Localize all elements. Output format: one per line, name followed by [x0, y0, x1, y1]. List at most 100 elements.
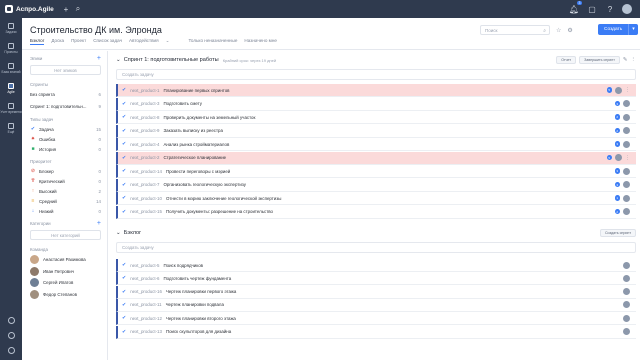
task-row[interactable]: ✔ next_product-7 Организовать геологическу… [116, 178, 636, 192]
chevron-down-icon[interactable]: ▾ [628, 24, 638, 35]
sprint-report-button[interactable]: Отчет [556, 56, 577, 64]
edit-icon[interactable]: ✎ [623, 57, 628, 63]
task-row[interactable]: ✔ next_product-11 Чертеж планировки подвал… [116, 298, 636, 312]
task-row[interactable]: ✔ next_product-6 Подготовить чертеж фундам… [116, 272, 636, 286]
task-row[interactable]: ✔ next_product-1 Планирование первых сприн… [116, 84, 636, 97]
rail-item-projects[interactable]: Проекты [0, 38, 22, 58]
task-row[interactable]: ✔ next_product-10 Отнести в мэрию заключен… [116, 192, 636, 205]
rail-item-agile[interactable]: Agile [0, 78, 22, 98]
filter-unassigned[interactable]: Только неназначенные [188, 38, 237, 45]
team-member[interactable]: Анастасия Рахимова [30, 254, 101, 266]
task-key[interactable]: next_product-7 [130, 182, 159, 187]
bell-icon[interactable]: 🔔︎ 3 [568, 1, 582, 15]
task-row[interactable]: ✔ next_product-5 Поиск подрядчиков [116, 259, 636, 272]
assignee-avatar[interactable] [623, 301, 630, 309]
more-vertical-icon[interactable]: ⋮ [631, 57, 637, 63]
add-icon[interactable]: + [60, 3, 72, 15]
settings-gear-icon[interactable]: ⚙ [567, 27, 572, 34]
create-task-input[interactable]: Создать задачу [116, 69, 636, 80]
tab-board[interactable]: Доска [51, 38, 64, 45]
task-key[interactable]: next_product-3 [130, 101, 159, 106]
search-icon[interactable]: ⌕ [72, 3, 84, 15]
assignee-avatar[interactable] [623, 288, 630, 296]
task-row[interactable]: ✔ next_product-16 Чертеж планировки первог… [116, 285, 636, 299]
tabs-more-icon[interactable]: ⌄ [166, 38, 170, 45]
rail-item-tasks[interactable]: Задачи [0, 18, 22, 38]
task-key[interactable]: next_product-14 [130, 169, 162, 174]
task-row[interactable]: ✔ next_product-15 Получить документы: разр… [116, 205, 636, 219]
rail-item-more[interactable]: Ещё [0, 118, 22, 138]
task-row[interactable]: ✔ next_product-4 Анализ рынка стройматериа… [116, 138, 636, 151]
assignee-avatar[interactable] [615, 154, 622, 161]
task-row[interactable]: ✔ next_product-8 Проверить документы на зе… [116, 111, 636, 124]
help-icon[interactable]: ? [604, 3, 616, 15]
assignee-avatar[interactable] [623, 194, 630, 202]
task-key[interactable]: next_product-15 [130, 209, 162, 214]
task-key[interactable]: next_product-16 [130, 289, 162, 294]
tab-backlog[interactable]: Бэклог [30, 38, 45, 45]
task-key[interactable]: next_product-5 [130, 263, 159, 268]
team-member[interactable]: Сергей Ипатов [30, 277, 101, 289]
task-row[interactable]: ✔ next_product-3 Подготовить смету 3 [116, 97, 636, 111]
sidebar-item-type[interactable]: ■ История 0 [30, 144, 101, 154]
assignee-avatar[interactable] [623, 328, 630, 335]
sidebar-item-priority[interactable]: ↓ Низкий 0 [30, 206, 101, 216]
collapse-icon[interactable]: ⌄ [116, 57, 121, 63]
sidebar-item-priority[interactable]: ⇈ Критический 0 [30, 176, 101, 186]
collapse-icon[interactable]: ⌄ [116, 230, 121, 236]
search-input[interactable]: Поиск ⌕ [480, 25, 550, 35]
sidebar-item-priority[interactable]: ↑ Высокий 2 [30, 186, 101, 196]
star-icon[interactable]: ☆ [556, 27, 561, 34]
rail-item-timetrack[interactable]: Учет времени [0, 98, 22, 118]
more-vertical-icon[interactable]: ⋮ [625, 87, 630, 93]
categories-empty[interactable]: Нет категорий [30, 230, 101, 240]
sidebar-item-type[interactable]: ✷ Ошибка 0 [30, 134, 101, 144]
task-key[interactable]: next_product-13 [130, 329, 162, 334]
more-vertical-icon[interactable]: ⋮ [625, 155, 630, 161]
task-row[interactable]: ✔ next_product-12 Чертеж планировки второг… [116, 312, 636, 326]
epics-empty[interactable]: Нет эпиков [30, 65, 101, 75]
sidebar-item-priority[interactable]: ≡ Средний 14 [30, 196, 101, 206]
sidebar-item-priority[interactable]: ⊘ Блокер 0 [30, 166, 101, 176]
task-key[interactable]: next_product-6 [130, 276, 159, 281]
assignee-avatar[interactable] [623, 113, 630, 121]
task-key[interactable]: next_product-4 [130, 142, 159, 147]
user-avatar[interactable] [622, 4, 632, 14]
logout-icon[interactable] [7, 347, 15, 354]
assignee-avatar[interactable] [623, 140, 630, 148]
assignee-avatar[interactable] [623, 274, 630, 282]
rail-item-knowledge[interactable]: База знаний [0, 58, 22, 78]
task-key[interactable]: next_product-10 [130, 196, 162, 201]
assignee-avatar[interactable] [615, 86, 622, 94]
create-button[interactable]: Создать ▾ [598, 24, 638, 35]
tab-project[interactable]: Проект [71, 38, 86, 45]
profile-icon[interactable] [7, 332, 15, 339]
task-row[interactable]: ✔ next_product-13 Поиск скульпторов для ди… [116, 325, 636, 339]
task-key[interactable]: next_product-9 [130, 128, 159, 133]
sidebar-item-sprint[interactable]: Без спринта 6 [30, 89, 101, 101]
app-logo[interactable]: Аспро.Agile [0, 5, 60, 13]
task-key[interactable]: next_product-2 [130, 155, 159, 160]
task-key[interactable]: next_product-12 [130, 316, 162, 321]
tab-task-list[interactable]: Список задач [93, 38, 122, 45]
sidebar-item-type[interactable]: ✔ Задача 15 [30, 124, 101, 134]
assignee-avatar[interactable] [623, 100, 630, 107]
task-key[interactable]: next_product-11 [130, 302, 161, 307]
chat-icon[interactable]: ▢ [586, 3, 598, 15]
assignee-avatar[interactable] [623, 208, 630, 215]
assignee-avatar[interactable] [623, 314, 630, 322]
sidebar-item-sprint[interactable]: Спринт 1: подготовительн... 9 [30, 101, 101, 113]
create-sprint-button[interactable]: Создать спринт [599, 229, 636, 237]
task-key[interactable]: next_product-1 [130, 88, 159, 93]
team-member[interactable]: Иван Петрович [30, 266, 101, 278]
settings-icon[interactable] [7, 317, 15, 324]
assignee-avatar[interactable] [623, 127, 630, 134]
filter-mine[interactable]: Назначено мне [244, 38, 276, 45]
tab-automation[interactable]: Автодействия [129, 38, 159, 45]
assignee-avatar[interactable] [623, 261, 630, 269]
assignee-avatar[interactable] [623, 181, 630, 188]
complete-sprint-button[interactable]: Завершить спринт [579, 56, 620, 64]
add-epic-icon[interactable]: + [97, 55, 101, 62]
assignee-avatar[interactable] [623, 167, 630, 175]
task-row[interactable]: ✔ next_product-14 Провести переговоры с мэ… [116, 165, 636, 178]
